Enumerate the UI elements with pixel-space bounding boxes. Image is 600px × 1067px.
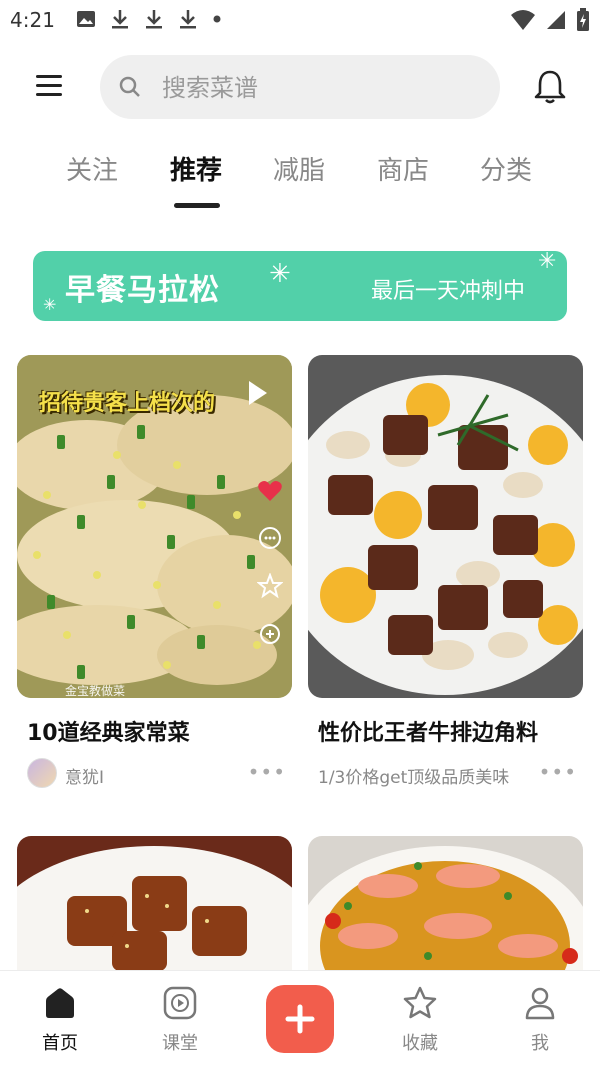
avatar[interactable] [27,758,57,788]
signal-icon [547,11,565,29]
user-icon [525,987,555,1020]
dot-icon [213,15,221,23]
nav-label: 首页 [42,1033,78,1054]
plus-icon [285,1004,315,1034]
comment-icon[interactable] [257,525,283,551]
home-icon [46,988,74,1018]
nav-favorites[interactable]: 收藏 [380,985,460,1055]
star-icon [403,986,437,1019]
star-icon[interactable] [257,573,283,599]
status-bar: 4:21 [0,0,600,40]
image-icon [77,11,95,27]
bottom-navigation: 首页 课堂 收藏 我 [0,970,600,1067]
notification-icons [76,8,222,30]
shrimp-dish-image [308,836,583,970]
play-icon [163,986,197,1020]
recipe-card[interactable]: 招待贵客上档次的 金宝教做菜 10道经典家常菜 意犹I ••• [17,355,292,795]
recipe-card[interactable] [17,836,292,970]
banner-subtitle: 最后一天冲刺中 [371,279,526,304]
nav-label: 我 [531,1033,549,1054]
wifi-icon [511,10,535,30]
more-options-icon[interactable]: ••• [539,760,577,784]
share-icon[interactable] [257,621,283,647]
author-watermark: 金宝教做菜 [65,684,126,698]
nav-home[interactable]: 首页 [20,985,100,1055]
promo-banner[interactable]: 早餐马拉松 最后一天冲刺中 ✳ ✳ ✳ [33,251,567,321]
beef-dish-image [308,355,583,698]
nav-class[interactable]: 课堂 [140,985,220,1055]
heart-icon[interactable] [257,479,283,503]
recipe-subtitle: 1/3价格get顶级品质美味 [318,768,510,788]
menu-button[interactable] [36,75,64,97]
search-input[interactable] [160,55,484,121]
tab-shop[interactable]: 商店 [377,150,429,187]
status-time: 4:21 [10,8,55,32]
search-bar[interactable] [100,55,500,121]
system-icons [510,8,590,32]
snowflake-icon: ✳ [43,295,57,314]
tab-diet[interactable]: 减脂 [273,150,325,187]
video-side-actions [257,479,283,647]
category-tabs: 关注 推荐 减脂 商店 分类 [0,150,600,214]
menu-icon-line [36,93,62,96]
tab-category[interactable]: 分类 [480,150,532,187]
banner-title: 早餐马拉松 [65,273,220,308]
menu-icon-line [36,84,62,87]
more-options-icon[interactable]: ••• [248,760,286,784]
recipe-image [308,355,583,698]
search-icon [119,76,140,97]
tab-recommend[interactable]: 推荐 [170,150,222,187]
braised-pork-image [17,836,292,970]
snowflake-icon: ✳ [538,251,557,274]
recipe-image [308,836,583,970]
nav-label: 课堂 [162,1033,198,1054]
recipe-image [17,836,292,970]
recipe-title: 性价比王者牛排边角料 [318,721,539,746]
recipe-title: 10道经典家常菜 [27,721,190,746]
recipe-image: 招待贵客上档次的 金宝教做菜 [17,355,292,698]
active-tab-indicator [174,203,220,208]
battery-icon [577,8,589,31]
download-icon [180,10,196,29]
author-name[interactable]: 意犹I [65,763,104,788]
download-icon [112,10,128,29]
recipe-card[interactable]: 性价比王者牛排边角料 1/3价格get顶级品质美味 ••• [308,355,583,795]
top-bar [0,55,600,121]
nav-me[interactable]: 我 [500,985,580,1055]
snowflake-icon: ✳ [269,259,291,289]
recipe-card[interactable] [308,836,583,970]
menu-icon [36,75,62,78]
video-overlay-text: 招待贵客上档次的 [39,391,216,416]
bell-icon[interactable] [533,69,567,105]
download-icon [146,10,162,29]
nav-label: 收藏 [402,1033,438,1054]
tab-follow[interactable]: 关注 [66,150,118,187]
add-recipe-button[interactable] [266,985,334,1053]
